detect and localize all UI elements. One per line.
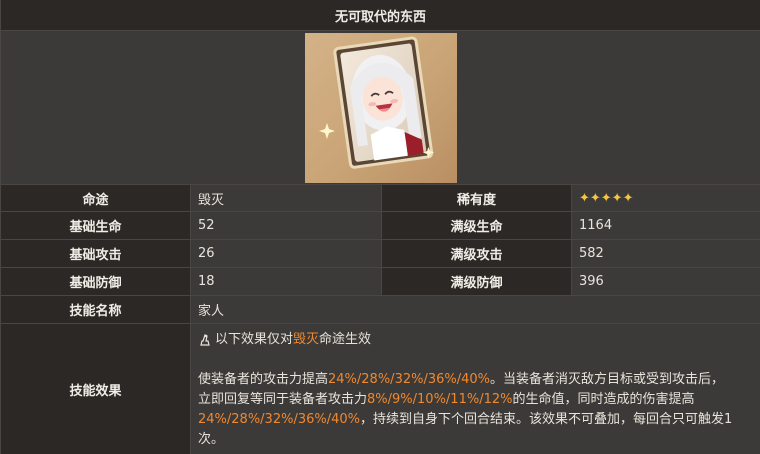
max-def-label: 满级防御 <box>382 268 572 295</box>
max-hp-label: 满级生命 <box>382 212 572 239</box>
lightcone-portrait <box>304 32 457 183</box>
row-skill-name: 技能名称 家人 <box>1 296 760 324</box>
base-atk-label: 基础攻击 <box>1 240 191 267</box>
path-restriction-line: 以下效果仅对毁灭命途生效 <box>198 330 753 350</box>
row-atk: 基础攻击 26 满级攻击 582 <box>1 240 760 268</box>
skill-description: 使装备者的攻击力提高24%/28%/32%/36%/40%。当装备者消灭敌方目标… <box>198 370 753 450</box>
max-def-value: 396 <box>572 268 760 295</box>
destruction-path-icon <box>200 334 210 346</box>
path-label: 命途 <box>1 185 191 211</box>
skill-effect-text: 以下效果仅对毁灭命途生效 使装备者的攻击力提高24%/28%/32%/36%/4… <box>191 324 760 454</box>
base-def-label: 基础防御 <box>1 268 191 295</box>
skill-name-value: 家人 <box>191 296 760 323</box>
base-hp-label: 基础生命 <box>1 212 191 239</box>
rarity-stars-icon: ✦✦✦✦✦ <box>579 190 634 206</box>
desc-highlight-atk: 24%/28%/32%/36%/40% <box>328 372 491 387</box>
desc-text-1: 使装备者的攻击力提高 <box>198 372 329 387</box>
path-name-highlight: 毁灭 <box>293 332 320 347</box>
desc-highlight-heal: 8%/9%/10%/11%/12% <box>367 392 513 407</box>
path-suffix-text: 命途生效 <box>319 332 372 347</box>
max-atk-value: 582 <box>572 240 760 267</box>
lightcone-info-table: 无可取代的东西 命途 毁灭 稀有度 ✦✦✦✦✦ 基础生命 52 满级生命 116… <box>0 0 760 454</box>
path-value: 毁灭 <box>191 185 382 211</box>
rarity-label: 稀有度 <box>382 185 572 211</box>
max-atk-label: 满级攻击 <box>382 240 572 267</box>
row-skill-effect: 技能效果 以下效果仅对毁灭命途生效 使装备者的攻击力提高24%/28%/32%/… <box>1 324 760 454</box>
base-hp-value: 52 <box>191 212 382 239</box>
skill-name-label: 技能名称 <box>1 296 191 323</box>
desc-text-3: 的生命值，同时造成的伤害提高 <box>512 392 695 407</box>
page-title: 无可取代的东西 <box>1 0 760 31</box>
max-hp-value: 1164 <box>572 212 760 239</box>
row-def: 基础防御 18 满级防御 396 <box>1 268 760 296</box>
desc-highlight-dmg: 24%/28%/32%/36%/40% <box>198 412 360 427</box>
rarity-value: ✦✦✦✦✦ <box>572 185 760 211</box>
path-prefix-text: 以下效果仅对 <box>215 332 294 347</box>
row-path-rarity: 命途 毁灭 稀有度 ✦✦✦✦✦ <box>1 185 760 212</box>
base-def-value: 18 <box>191 268 382 295</box>
portrait-row <box>1 31 760 185</box>
row-hp: 基础生命 52 满级生命 1164 <box>1 212 760 240</box>
skill-effect-label: 技能效果 <box>1 324 191 454</box>
base-atk-value: 26 <box>191 240 382 267</box>
